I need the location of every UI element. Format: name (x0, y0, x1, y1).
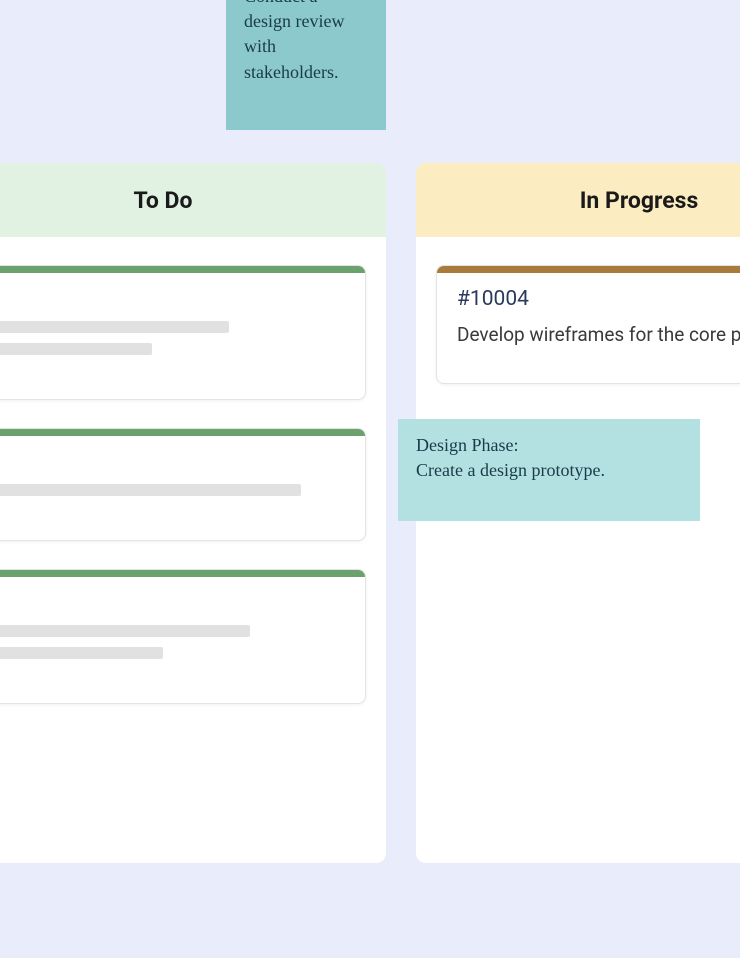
column-header-todo: To Do (0, 163, 386, 237)
card-id: 1 (0, 287, 345, 311)
card-content: 1 (0, 273, 365, 399)
card-id: 2 (0, 450, 345, 474)
column-todo: To Do 1 2 3 (0, 163, 386, 863)
placeholder-line (0, 484, 301, 496)
card-stripe (0, 570, 365, 577)
column-title: To Do (134, 187, 193, 214)
placeholder-line (0, 647, 163, 659)
placeholder-line (0, 625, 250, 637)
placeholder-line (0, 321, 229, 333)
column-header-in-progress: In Progress (416, 163, 740, 237)
card-content: 3 (0, 577, 365, 703)
sticky-text: Conduct a design review with stakeholder… (244, 0, 344, 82)
card-id: #10004 (457, 287, 740, 311)
placeholder-line (0, 343, 152, 355)
task-card[interactable]: 2 (0, 428, 366, 541)
card-stripe (0, 266, 365, 273)
task-card[interactable]: 1 (0, 265, 366, 400)
task-card[interactable]: #10004 Develop wireframes for the core p… (436, 265, 740, 384)
sticky-note-design-phase[interactable]: Design Phase: Create a design prototype. (398, 419, 700, 521)
column-title: In Progress (580, 187, 699, 214)
sticky-text-line: Design Phase: (416, 433, 682, 458)
task-card[interactable]: 3 (0, 569, 366, 704)
card-stripe (0, 429, 365, 436)
card-content: #10004 Develop wireframes for the core p… (437, 273, 740, 383)
card-stripe (437, 266, 740, 273)
column-body-in-progress[interactable]: #10004 Develop wireframes for the core p… (416, 237, 740, 863)
column-body-todo[interactable]: 1 2 3 (0, 237, 386, 863)
card-id: 3 (0, 591, 345, 615)
sticky-note-review[interactable]: Conduct a design review with stakeholder… (226, 0, 386, 130)
card-description: Develop wireframes for the core pag (457, 321, 740, 349)
sticky-text-line: Create a design prototype. (416, 458, 682, 483)
card-content: 2 (0, 436, 365, 540)
